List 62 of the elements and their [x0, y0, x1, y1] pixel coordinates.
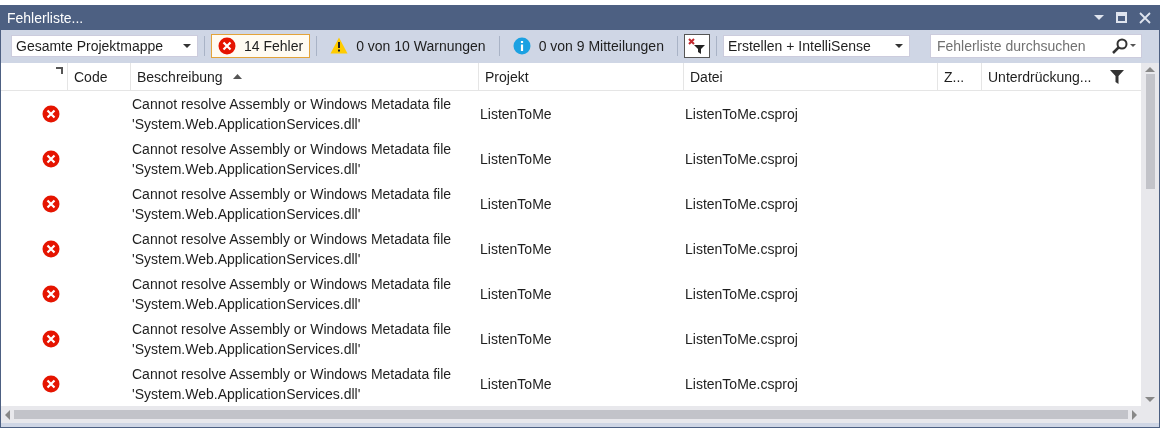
project-name: ListenToMe	[479, 374, 553, 394]
file-name: ListenToMe.csproj	[684, 104, 799, 124]
filter-toggle[interactable]: 0 von 10 Warnungen	[323, 33, 493, 58]
error-description: Cannot resolve Assembly or Windows Metadata file 'System.Web.ApplicationServices.dll'	[131, 184, 453, 224]
scroll-up-icon[interactable]	[1145, 67, 1155, 72]
window-title: Fehlerliste...	[7, 9, 85, 26]
error-icon	[42, 284, 60, 303]
file-name: ListenToMe.csproj	[684, 239, 799, 259]
maximize-icon[interactable]	[1116, 12, 1127, 23]
column-header[interactable]: Datei	[683, 63, 937, 90]
error-description: Cannot resolve Assembly or Windows Metadata file 'System.Web.ApplicationServices.dll'	[131, 319, 453, 359]
error-description: Cannot resolve Assembly or Windows Metadata file 'System.Web.ApplicationServices.dll'	[131, 139, 453, 179]
dropdown-arrow-icon	[183, 43, 191, 48]
dropdown-arrow-icon[interactable]	[1094, 15, 1104, 20]
error-icon	[42, 239, 60, 258]
warning-icon	[330, 37, 349, 54]
error-icon	[218, 36, 236, 55]
dropdown-arrow-icon	[894, 43, 903, 48]
column-header[interactable]: Code	[67, 63, 130, 90]
file-name: ListenToMe.csproj	[684, 149, 799, 169]
project-name: ListenToMe	[479, 149, 553, 169]
error-description: Cannot resolve Assembly or Windows Metadata file 'System.Web.ApplicationServices.dll'	[131, 274, 453, 314]
filter-toggle[interactable]: 14 Fehler	[211, 33, 311, 58]
filter-toggle[interactable]: 0 von 9 Mitteilungen	[505, 33, 671, 58]
project-name: ListenToMe	[479, 104, 553, 124]
source-dropdown[interactable]: Erstellen + IntelliSense	[722, 34, 910, 57]
search-field[interactable]: Fehlerliste durchsuchen	[929, 33, 1142, 58]
error-description: Cannot resolve Assembly or Windows Metadata file 'System.Web.ApplicationServices.dll'	[131, 364, 453, 404]
scroll-thumb[interactable]	[1145, 74, 1155, 189]
project-name: ListenToMe	[479, 239, 553, 259]
column-header[interactable]: Unterdrückung...	[981, 63, 1138, 90]
error-icon	[42, 329, 60, 348]
close-icon[interactable]	[1139, 11, 1151, 24]
file-name: ListenToMe.csproj	[684, 284, 799, 304]
horizontal-scrollbar[interactable]	[1, 406, 1141, 423]
error-description: Cannot resolve Assembly or Windows Metadata file 'System.Web.ApplicationServices.dll'	[131, 94, 453, 134]
file-name: ListenToMe.csproj	[684, 329, 799, 349]
error-icon	[42, 194, 60, 213]
info-icon	[512, 36, 531, 55]
filter-clear-icon	[687, 37, 706, 54]
vertical-scrollbar[interactable]	[1141, 63, 1159, 406]
clear-filter-button[interactable]	[683, 33, 710, 58]
search-icon[interactable]	[1110, 37, 1137, 54]
filter-icon[interactable]	[1110, 69, 1124, 84]
file-name: ListenToMe.csproj	[684, 194, 799, 214]
error-icon	[42, 374, 60, 393]
scroll-down-icon[interactable]	[1145, 397, 1155, 402]
scroll-left-icon[interactable]	[5, 409, 10, 420]
column-options-icon[interactable]	[56, 67, 63, 74]
error-icon	[42, 149, 60, 168]
error-description: Cannot resolve Assembly or Windows Metadata file 'System.Web.ApplicationServices.dll'	[131, 229, 453, 269]
column-header[interactable]: Z...	[937, 63, 981, 90]
column-header[interactable]: Beschreibung	[130, 63, 478, 90]
scope-dropdown[interactable]: Gesamte Projektmappe	[11, 34, 198, 57]
error-icon	[42, 104, 60, 123]
project-name: ListenToMe	[479, 284, 553, 304]
project-name: ListenToMe	[479, 194, 553, 214]
column-header[interactable]: Projekt	[478, 63, 683, 90]
project-name: ListenToMe	[479, 329, 553, 349]
scroll-right-icon[interactable]	[1132, 409, 1137, 420]
scroll-thumb[interactable]	[14, 410, 1128, 419]
file-name: ListenToMe.csproj	[684, 374, 799, 394]
